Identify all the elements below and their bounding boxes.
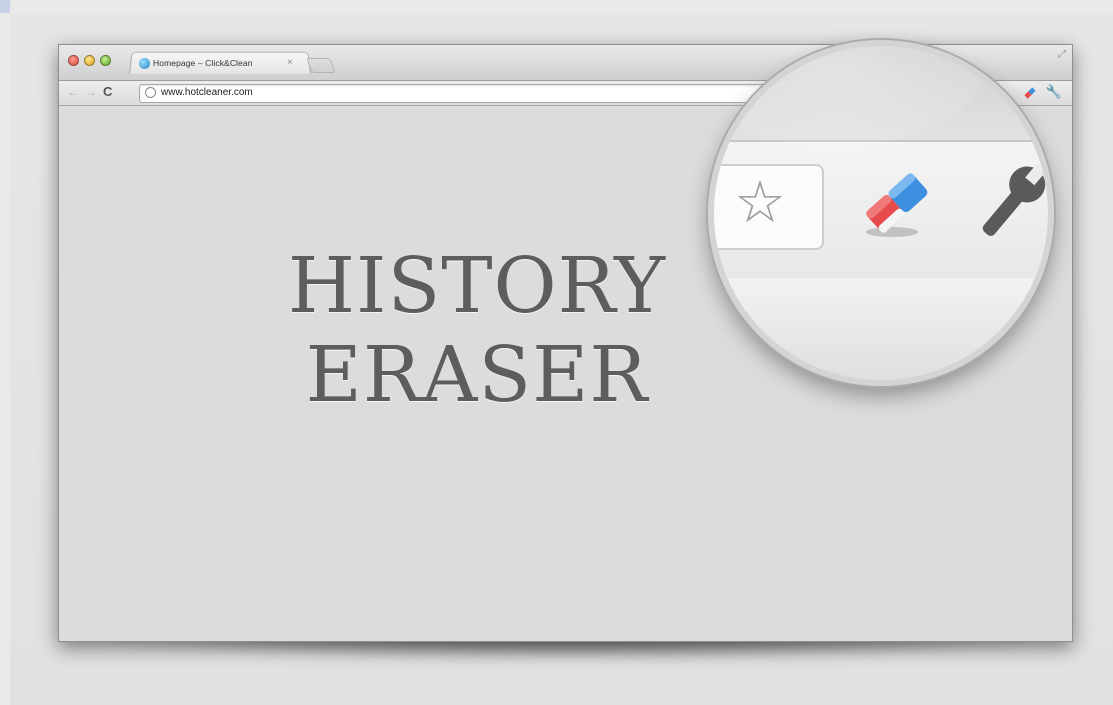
magnified-page <box>714 278 1048 380</box>
fullscreen-icon[interactable]: ⤢ <box>1058 49 1066 60</box>
zoom-window-button[interactable] <box>100 55 111 66</box>
corner-mark <box>0 0 10 13</box>
back-button[interactable]: ← <box>67 84 79 100</box>
tab-title: Homepage – Click&Clean <box>153 58 253 68</box>
page-headline: HISTORY ERASER <box>267 242 687 420</box>
tab-close-icon[interactable]: × <box>287 54 293 72</box>
address-bar-url: www.hotcleaner.com <box>161 87 253 98</box>
globe-icon <box>145 87 156 98</box>
forward-button[interactable]: → <box>85 84 97 100</box>
magnifier-lens: ☆ <box>708 40 1054 386</box>
minimize-window-button[interactable] <box>84 55 95 66</box>
close-window-button[interactable] <box>68 55 79 66</box>
reload-button[interactable]: C <box>103 84 112 100</box>
new-tab-button[interactable] <box>306 58 336 73</box>
magnified-wrench-icon[interactable] <box>970 154 1054 244</box>
wrench-icon[interactable]: 🔧 <box>1046 84 1062 100</box>
magnified-eraser-icon[interactable] <box>852 158 942 248</box>
headline-line-1: HISTORY <box>287 242 667 331</box>
headline-line-2: ERASER <box>305 331 649 420</box>
click-and-clean-favicon-icon <box>139 57 150 69</box>
tab-homepage-content[interactable]: Homepage – Click&Clean × <box>139 54 304 72</box>
bookmark-star-icon[interactable]: ☆ <box>734 171 786 235</box>
